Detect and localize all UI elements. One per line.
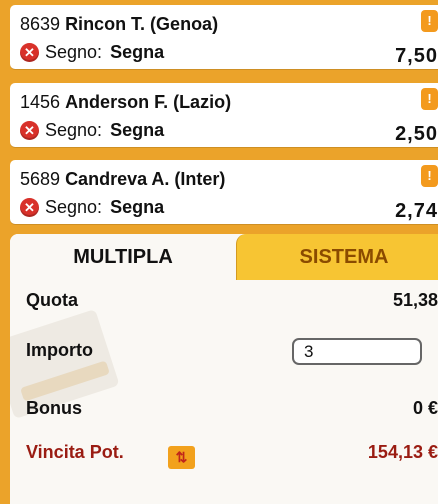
bet-card: 8639 Rincon T. (Genoa) ✕ Segno: Segna ! … [10, 5, 438, 69]
bet-code: 5689 [20, 169, 61, 189]
remove-icon[interactable]: ✕ [20, 121, 39, 140]
player-name: Anderson F. (Lazio) [65, 92, 232, 112]
bonus-value: 0 € [412, 398, 438, 418]
importo-input[interactable] [292, 338, 422, 365]
bonus-label: Bonus [26, 398, 82, 418]
bet-segno: ✕ Segno: Segna [20, 42, 164, 63]
segno-label: Segno: [45, 120, 103, 140]
bet-card: 5689 Candreva A. (Inter) ✕ Segno: Segna … [10, 160, 438, 224]
player-name: Rincon T. (Genoa) [65, 14, 219, 34]
bet-title: 1456 Anderson F. (Lazio) [20, 92, 231, 113]
info-icon[interactable]: ! [421, 10, 438, 32]
info-icon[interactable]: ! [421, 88, 438, 110]
remove-icon[interactable]: ✕ [20, 43, 39, 62]
tab-sistema[interactable]: SISTEMA [236, 234, 438, 280]
segno-label: Segno: [45, 197, 103, 217]
bet-title: 5689 Candreva A. (Inter) [20, 169, 225, 190]
bet-title: 8639 Rincon T. (Genoa) [20, 14, 218, 35]
quota-value: 51,38 [392, 290, 438, 310]
player-name: Candreva A. (Inter) [65, 169, 226, 189]
vincita-value: 154,13 € [367, 442, 438, 462]
bet-segno: ✕ Segno: Segna [20, 197, 164, 218]
segno-value: Segna [110, 120, 165, 140]
bet-odd: 7,50 [395, 45, 438, 67]
vincita-label: Vincita Pot. [26, 442, 124, 462]
tab-multipla[interactable]: MULTIPLA [10, 234, 236, 280]
info-icon[interactable]: ! [421, 165, 438, 187]
bet-odd: 2,74 [395, 200, 438, 222]
bet-code: 1456 [20, 92, 61, 112]
bet-card: 1456 Anderson F. (Lazio) ✕ Segno: Segna … [10, 83, 438, 147]
bet-segno: ✕ Segno: Segna [20, 120, 164, 141]
importo-label: Importo [26, 340, 93, 360]
bet-odd: 2,50 [395, 123, 438, 145]
bet-code: 8639 [20, 14, 61, 34]
segno-label: Segno: [45, 42, 103, 62]
swap-arrows-icon[interactable]: ⇅ [168, 446, 195, 469]
quota-label: Quota [26, 290, 78, 310]
segno-value: Segna [110, 42, 165, 62]
bet-summary-panel: MULTIPLA SISTEMA Quota 51,38 Importo € B… [10, 234, 438, 504]
remove-icon[interactable]: ✕ [20, 198, 39, 217]
segno-value: Segna [110, 197, 165, 217]
